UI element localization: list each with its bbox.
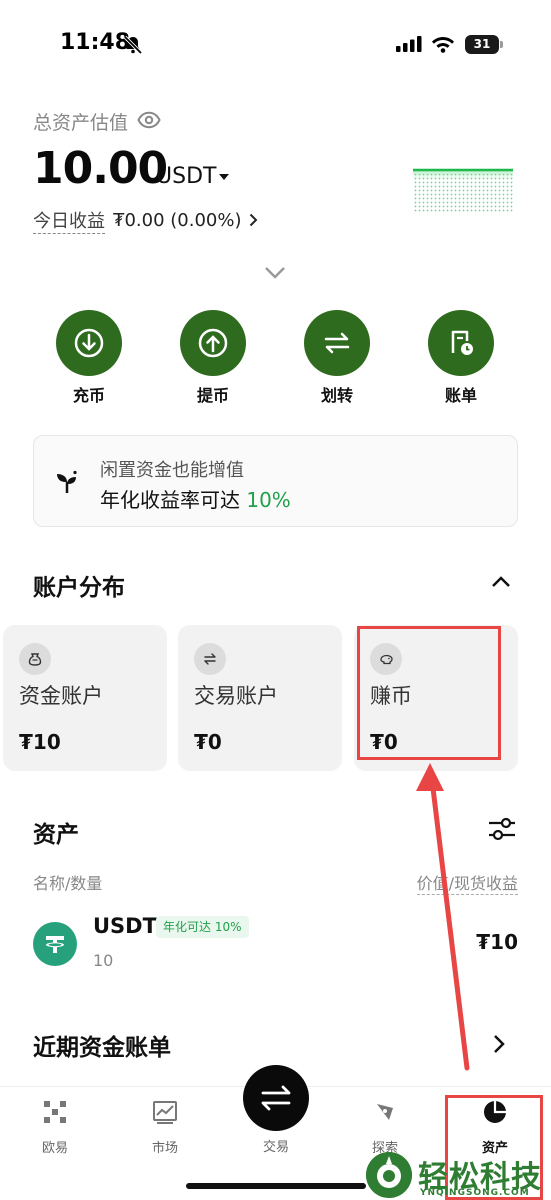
asset-value: ₮10 — [476, 930, 518, 954]
funding-account-value: ₮10 — [19, 730, 61, 754]
transfer-button[interactable]: 划转 — [297, 310, 377, 406]
battery-cap — [500, 41, 503, 48]
tether-icon — [46, 936, 64, 953]
apr-badge[interactable]: 年化可达 10% — [156, 916, 249, 938]
bill-icon — [451, 330, 473, 355]
deposit-icon-circle — [56, 310, 122, 376]
signal-icon — [396, 36, 422, 52]
transfer-icon — [324, 332, 350, 354]
bell-off-icon — [123, 35, 143, 55]
deposit-button[interactable]: 充币 — [49, 310, 129, 406]
sparkline-chart — [413, 168, 513, 213]
asset-name: USDT — [93, 914, 157, 938]
today-pnl-label: 今日收益 — [33, 207, 105, 234]
sprout-icon — [57, 470, 77, 493]
wallet-icon — [28, 653, 42, 666]
market-chart-icon — [153, 1101, 177, 1124]
chevron-right-icon[interactable] — [493, 1034, 505, 1054]
column-name-quantity: 名称/数量 — [33, 874, 103, 893]
bill-icon-circle — [428, 310, 494, 376]
nav-item-explore[interactable]: 探索 — [345, 1099, 425, 1156]
nav-label-trade[interactable]: 交易 — [243, 1136, 309, 1155]
trade-fab-button[interactable] — [243, 1065, 309, 1131]
total-asset-label: 总资产估值 — [33, 112, 129, 134]
today-pnl-value: ₮0.00 (0.00%) — [113, 209, 242, 231]
funding-account-card[interactable]: 资金账户 ₮10 — [3, 625, 167, 771]
deposit-icon — [74, 328, 104, 358]
swap-icon-wrap — [194, 643, 226, 675]
trading-account-card[interactable]: 交易账户 ₮0 — [178, 625, 342, 771]
withdraw-icon-circle — [180, 310, 246, 376]
asset-amount: 10 — [93, 951, 114, 970]
trading-account-name: 交易账户 — [194, 684, 278, 708]
nav-item-okx[interactable]: 欧易 — [15, 1099, 95, 1156]
promo-subtitle: 年化收益率可达 10% — [100, 484, 291, 513]
battery-indicator: 31 — [465, 35, 503, 54]
earn-promo-card[interactable]: 闲置资金也能增值 年化收益率可达 10% — [33, 435, 518, 527]
today-pnl-row[interactable]: 今日收益 ₮0.00 (0.00%) — [33, 207, 258, 234]
chevron-down-icon[interactable] — [264, 266, 286, 280]
battery-level: 31 — [465, 35, 499, 54]
bill-label: 账单 — [444, 386, 477, 405]
recent-bills-title[interactable]: 近期资金账单 — [33, 1028, 171, 1062]
home-indicator — [186, 1183, 366, 1189]
swap-icon — [204, 653, 216, 665]
withdraw-icon — [198, 328, 228, 358]
compass-icon — [377, 1104, 393, 1120]
chevron-up-icon[interactable] — [491, 575, 511, 588]
withdraw-button[interactable]: 提币 — [173, 310, 253, 406]
trade-swap-icon — [261, 1085, 291, 1111]
account-distribution-title: 账户分布 — [33, 575, 125, 601]
status-bar: 11:48 31 — [0, 0, 551, 90]
assets-title: 资产 — [33, 822, 79, 848]
nav-label-market: 市场 — [151, 1141, 178, 1156]
trading-account-value: ₮0 — [194, 730, 222, 754]
okx-logo-icon — [44, 1101, 66, 1123]
wallet-icon-wrap — [19, 643, 51, 675]
chevron-right-icon — [250, 213, 258, 227]
nav-item-market[interactable]: 市场 — [125, 1099, 205, 1156]
status-time: 11:48 — [60, 30, 131, 55]
promo-rate-label: 年化收益率可达 — [100, 488, 247, 512]
transfer-icon-circle — [304, 310, 370, 376]
watermark-subtext: YNQINGSONG.COM — [420, 1188, 530, 1198]
column-value-pnl[interactable]: 价值/现货收益 — [416, 870, 518, 895]
promo-title: 闲置资金也能增值 — [100, 460, 244, 481]
caret-down-icon[interactable] — [219, 174, 229, 180]
funding-account-name: 资金账户 — [19, 684, 103, 708]
annotation-highlight-box — [357, 626, 501, 760]
wifi-icon — [432, 37, 454, 53]
usdt-coin-icon-wrap — [33, 922, 77, 966]
filter-icon[interactable] — [487, 815, 517, 843]
watermark: 轻松科技 YNQINGSONG.COM — [366, 1150, 551, 1200]
deposit-label: 充币 — [72, 386, 105, 405]
bill-button[interactable]: 账单 — [421, 310, 501, 406]
eye-icon[interactable] — [137, 110, 161, 130]
nav-label-okx: 欧易 — [41, 1141, 68, 1156]
watermark-logo-icon — [366, 1152, 412, 1198]
promo-rate-value: 10% — [246, 488, 291, 512]
currency-unit-selector[interactable]: USDT — [156, 164, 216, 189]
total-asset-value: 10.00 — [33, 143, 168, 194]
transfer-label: 划转 — [320, 386, 353, 405]
withdraw-label: 提币 — [196, 386, 229, 405]
